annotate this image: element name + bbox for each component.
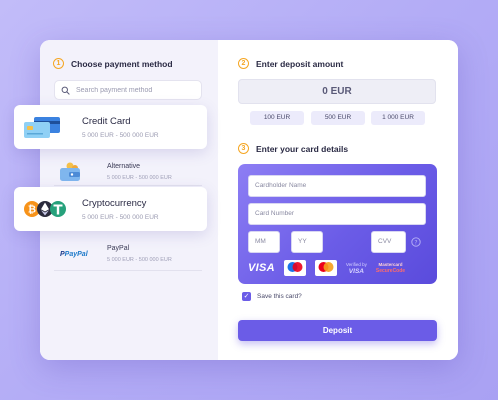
cardholder-name-input[interactable] (255, 182, 425, 189)
wallet-icon (54, 157, 94, 187)
method-range: 5 000 EUR - 500 000 EUR (82, 131, 159, 139)
paypal-logo-text: PayPal (64, 250, 88, 258)
cvv-info-icon[interactable]: ? (411, 237, 421, 247)
search-input[interactable] (76, 86, 196, 94)
method-range: 5 000 EUR - 500 000 EUR (107, 257, 172, 263)
step-3-heading: 3 Enter your card details (238, 143, 348, 154)
save-card-row[interactable]: ✓ Save this card? (242, 292, 302, 301)
save-card-checkbox[interactable]: ✓ (242, 292, 251, 301)
method-name: PayPal (107, 245, 130, 252)
save-card-label: Save this card? (257, 293, 302, 300)
expiry-year-input[interactable] (298, 238, 322, 245)
amount-chip-100[interactable]: 100 EUR (250, 111, 304, 125)
method-name: Credit Card (82, 115, 131, 127)
card-brand-logos: VISA Verified by VISA Mastercard SecureC… (248, 260, 405, 276)
step-3-title: Enter your card details (256, 143, 349, 154)
method-name: Cryptocurrency (82, 197, 147, 209)
paypal-logo: PPayPal (60, 250, 88, 258)
step-1-title: Choose payment method (71, 58, 173, 69)
mastercard-securecode-logo: Mastercard SecureCode (376, 262, 405, 274)
cvv-field[interactable] (371, 231, 406, 253)
verified-by-text: Verified by (345, 262, 367, 267)
amount-chip-1000[interactable]: 1 000 EUR (371, 111, 425, 125)
method-name: Alternative (107, 163, 141, 170)
expiry-year-field[interactable] (291, 231, 323, 253)
card-number-field[interactable] (248, 203, 426, 225)
card-details-form: ? VISA Verified by VISA Mastercard Secur… (238, 164, 437, 284)
step-3-number: 3 (238, 143, 249, 154)
method-divider (54, 270, 202, 271)
method-range: 5 000 EUR - 500 000 EUR (82, 213, 159, 221)
visa-logo: VISA (248, 262, 275, 274)
svg-text:?: ? (414, 239, 417, 246)
method-cryptocurrency[interactable]: ₿ Cryptocurrency 5 000 EUR - 500 000 EUR (14, 187, 207, 231)
step-2-title: Enter deposit amount (256, 58, 344, 69)
verified-visa-text: VISA (348, 268, 364, 275)
expiry-month-input[interactable] (255, 238, 279, 245)
search-payment-box[interactable] (54, 80, 202, 100)
credit-card-icon (14, 112, 70, 142)
expiry-month-field[interactable] (248, 231, 280, 253)
card-number-input[interactable] (255, 210, 425, 217)
amount-chip-500[interactable]: 500 EUR (311, 111, 365, 125)
mastercard-logo (314, 260, 337, 276)
cvv-input[interactable] (378, 238, 405, 245)
step-1-heading: 1 Choose payment method (53, 58, 173, 69)
deposit-button[interactable]: Deposit (238, 320, 437, 341)
deposit-amount-display[interactable]: 0 EUR (238, 79, 436, 104)
crypto-coins-icon: ₿ (14, 194, 70, 224)
method-credit-card[interactable]: Credit Card 5 000 EUR - 500 000 EUR (14, 105, 207, 149)
step-1-number: 1 (53, 58, 64, 69)
method-divider (54, 185, 202, 186)
method-range: 5 000 EUR - 500 000 EUR (107, 175, 172, 181)
verified-by-visa-logo: Verified by VISA (346, 261, 367, 275)
cardholder-name-field[interactable] (248, 175, 426, 197)
search-icon (61, 86, 70, 95)
svg-text:₿: ₿ (28, 204, 36, 216)
step-2-heading: 2 Enter deposit amount (238, 58, 343, 69)
step-2-number: 2 (238, 58, 249, 69)
maestro-logo (283, 260, 306, 276)
securecode-text: SecureCode (375, 268, 406, 274)
